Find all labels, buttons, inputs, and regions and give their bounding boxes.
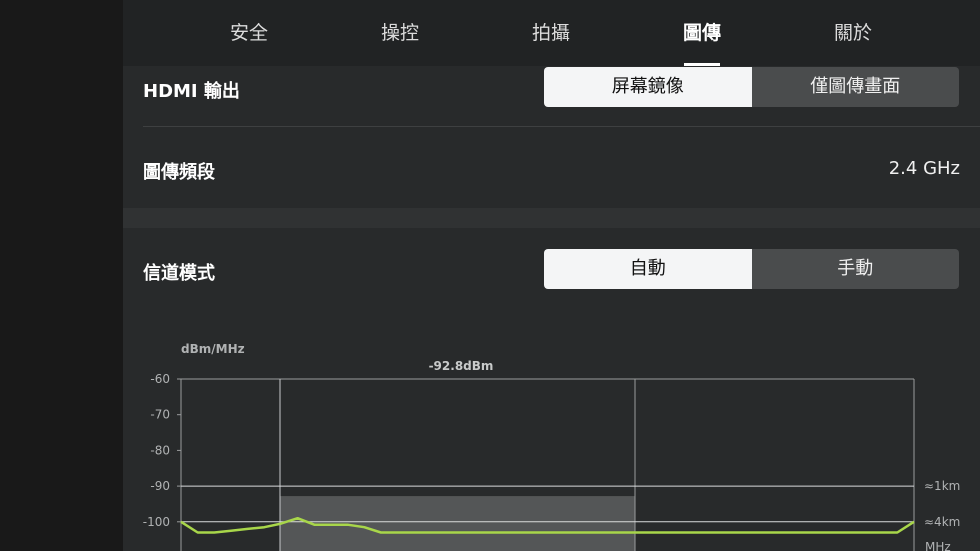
- tab-control[interactable]: 操控: [350, 0, 450, 66]
- tab-safety[interactable]: 安全: [199, 0, 299, 66]
- spectrum-chart: dBm/MHz -92.8dBm MHz -60 -70 -80 -90 -100 ≈1k…: [143, 342, 960, 551]
- y-tick-label: -80: [150, 443, 170, 457]
- divider: [143, 126, 980, 127]
- active-tab-indicator: [684, 63, 720, 66]
- hdmi-output-label: HDMI 輸出: [143, 81, 240, 102]
- highlight-value-label: -92.8dBm: [429, 359, 494, 373]
- band-label: 圖傳頻段: [143, 162, 215, 183]
- y-axis-label: dBm/MHz: [181, 342, 245, 356]
- left-background: [0, 0, 123, 551]
- hdmi-transmission-only-button[interactable]: 僅圖傳畫面: [751, 67, 959, 107]
- y-tick-label: -70: [150, 408, 170, 422]
- reference-line-label: ≈4km: [924, 515, 960, 529]
- settings-panel: 安全 操控 拍攝 圖傳 關於 HDMI 輸出 屏幕鏡像 僅圖傳畫面 圖傳頻段 2…: [123, 0, 980, 551]
- x-axis-unit-label: MHz: [925, 540, 951, 551]
- y-tick-label: -90: [150, 479, 170, 493]
- y-tick-label: -100: [143, 515, 170, 529]
- tab-camera[interactable]: 拍攝: [501, 0, 601, 66]
- tab-transmission[interactable]: 圖傳: [652, 0, 752, 66]
- channel-mode-label: 信道模式: [143, 263, 215, 284]
- tab-bar: 安全 操控 拍攝 圖傳 關於: [123, 0, 980, 66]
- channel-auto-button[interactable]: 自動: [544, 249, 752, 289]
- channel-mode-toggle: 自動 手動: [544, 249, 959, 289]
- hdmi-output-toggle: 屏幕鏡像 僅圖傳畫面: [544, 67, 959, 107]
- section-separator: [123, 208, 980, 228]
- tab-about[interactable]: 關於: [803, 0, 903, 66]
- channel-manual-button[interactable]: 手動: [751, 249, 959, 289]
- hdmi-screen-mirror-button[interactable]: 屏幕鏡像: [544, 67, 752, 107]
- reference-line-label: ≈1km: [924, 479, 960, 493]
- y-tick-label: -60: [150, 372, 170, 386]
- band-value[interactable]: 2.4 GHz: [889, 158, 960, 179]
